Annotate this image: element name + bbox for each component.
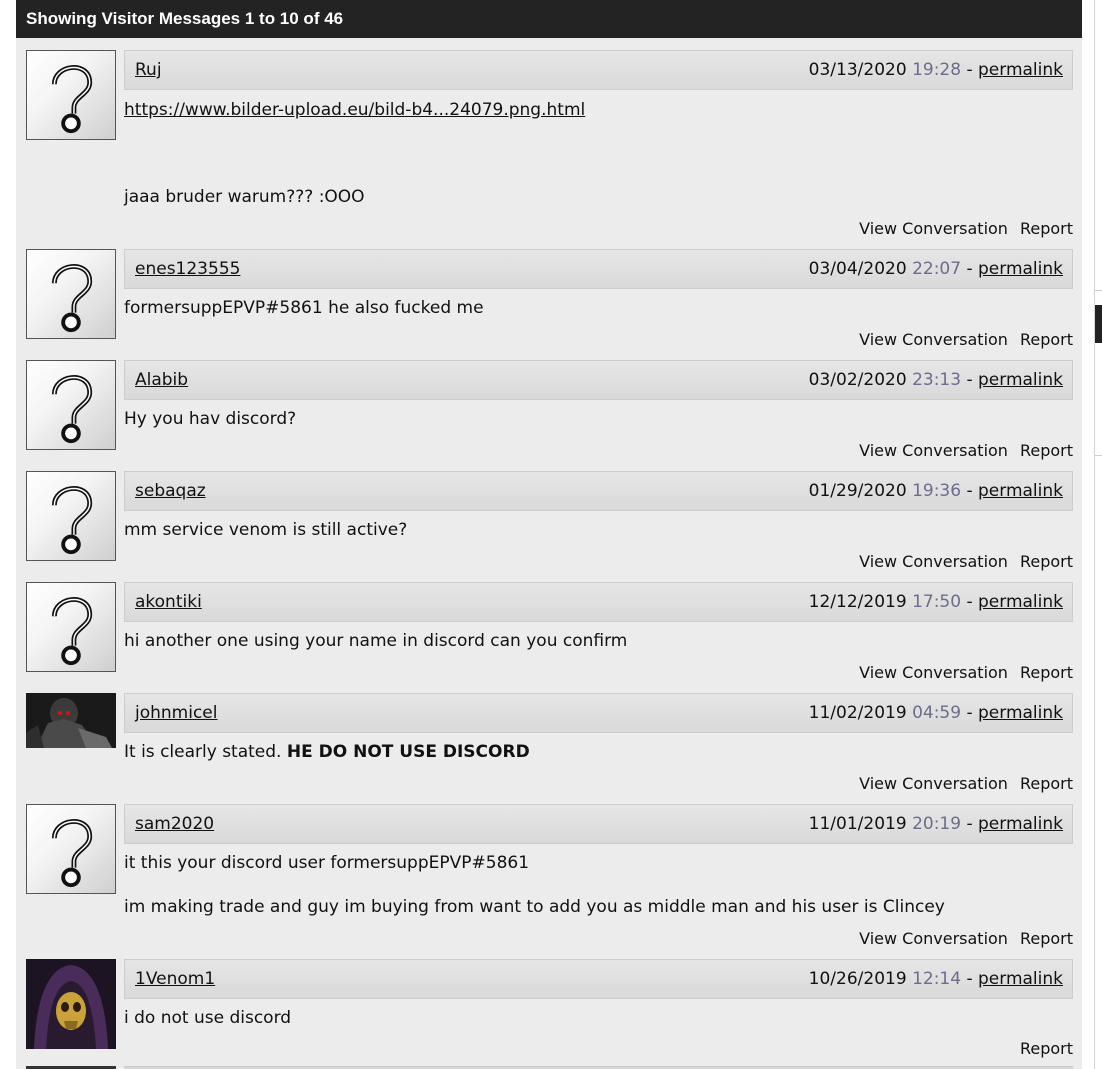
report-button[interactable]: Report xyxy=(1020,1039,1073,1058)
report-button[interactable]: Report xyxy=(1020,663,1073,682)
message-time: 19:36 xyxy=(912,481,962,501)
default-avatar-icon[interactable] xyxy=(26,249,116,339)
message-info-bar: 1Venom1 10/26/2019 12:14 - permalink xyxy=(124,959,1073,999)
report-button[interactable]: Report xyxy=(1020,552,1073,571)
permalink-link[interactable]: permalink xyxy=(978,592,1063,612)
message-date: 12/12/2019 xyxy=(808,592,907,612)
permalink-link[interactable]: permalink xyxy=(978,259,1063,279)
permalink-link[interactable]: permalink xyxy=(978,703,1063,723)
sidebar-edge xyxy=(1094,0,1102,1069)
message-date: 01/29/2020 xyxy=(808,481,907,501)
view-conversation-button[interactable]: View Conversation xyxy=(859,219,1008,238)
message-link[interactable]: https://www.bilder-upload.eu/bild-b4...2… xyxy=(124,100,585,120)
message-actions: View Conversation Report xyxy=(847,929,1073,948)
message-date: 03/02/2020 xyxy=(808,370,907,390)
visitor-messages-header: Showing Visitor Messages 1 to 10 of 46 xyxy=(16,0,1082,38)
report-button[interactable]: Report xyxy=(1020,929,1073,948)
permalink-link[interactable]: permalink xyxy=(978,370,1063,390)
message-text: It is clearly stated. HE DO NOT USE DISC… xyxy=(124,742,530,762)
default-avatar-icon[interactable] xyxy=(26,804,116,894)
message-info-bar: akontiki 12/12/2019 17:50 - permalink xyxy=(124,582,1073,622)
message-actions: View Conversation Report xyxy=(847,330,1073,349)
message-actions: View Conversation Report xyxy=(847,219,1073,238)
message-info-bar: sam2020 11/01/2019 20:19 - permalink xyxy=(124,804,1073,844)
message-actions: View Conversation Report xyxy=(847,774,1073,793)
message-text-plain: It is clearly stated. xyxy=(124,742,282,762)
message-text: formersuppEPVP#5861 he also fucked me xyxy=(124,298,484,318)
message-meta: 01/29/2020 19:36 - permalink xyxy=(808,481,1063,501)
view-conversation-button[interactable]: View Conversation xyxy=(859,330,1008,349)
message-date: 10/26/2019 xyxy=(808,969,907,989)
report-button[interactable]: Report xyxy=(1020,330,1073,349)
permalink-link[interactable]: permalink xyxy=(978,481,1063,501)
username-link[interactable]: Ruj xyxy=(135,60,162,80)
message-actions: View Conversation Report xyxy=(847,441,1073,460)
message-text: Hy you hav discord? xyxy=(124,409,297,429)
username-link[interactable]: sebaqaz xyxy=(135,481,206,501)
message-text: mm service venom is still active? xyxy=(124,520,408,540)
message-actions: Report xyxy=(1008,1039,1073,1058)
message-date: 11/01/2019 xyxy=(808,814,907,834)
username-link[interactable]: 1Venom1 xyxy=(135,969,215,989)
report-button[interactable]: Report xyxy=(1020,441,1073,460)
message-time: 19:28 xyxy=(912,60,962,80)
message-meta: 03/02/2020 23:13 - permalink xyxy=(808,370,1063,390)
permalink-link[interactable]: permalink xyxy=(978,60,1063,80)
message-text: jaaa bruder warum??? :OOO xyxy=(124,187,365,207)
message-meta: 10/26/2019 12:14 - permalink xyxy=(808,969,1063,989)
message-time: 04:59 xyxy=(912,703,962,723)
message-meta: 12/12/2019 17:50 - permalink xyxy=(808,592,1063,612)
reaper-avatar-icon[interactable] xyxy=(26,693,116,748)
permalink-link[interactable]: permalink xyxy=(978,969,1063,989)
message-time: 20:19 xyxy=(912,814,962,834)
message-meta: 11/02/2019 04:59 - permalink xyxy=(808,703,1063,723)
view-conversation-button[interactable]: View Conversation xyxy=(859,441,1008,460)
message-date: 11/02/2019 xyxy=(808,703,907,723)
message-actions: View Conversation Report xyxy=(847,663,1073,682)
message-text: it this your discord user formersuppEPVP… xyxy=(124,853,530,873)
message-text: im making trade and guy im buying from w… xyxy=(124,897,945,917)
default-avatar-icon[interactable] xyxy=(26,50,116,140)
visitor-messages-panel: Showing Visitor Messages 1 to 10 of 46 R… xyxy=(16,0,1082,1069)
message-actions: View Conversation Report xyxy=(847,552,1073,571)
message-meta: 03/13/2020 19:28 - permalink xyxy=(808,60,1063,80)
default-avatar-icon[interactable] xyxy=(26,471,116,561)
message-info-bar: Alabib 03/02/2020 23:13 - permalink xyxy=(124,360,1073,400)
view-conversation-button[interactable]: View Conversation xyxy=(859,663,1008,682)
message-date: 03/04/2020 xyxy=(808,259,907,279)
username-link[interactable]: akontiki xyxy=(135,592,202,612)
message-info-bar: sebaqaz 01/29/2020 19:36 - permalink xyxy=(124,471,1073,511)
message-meta: 11/01/2019 20:19 - permalink xyxy=(808,814,1063,834)
default-avatar-icon[interactable] xyxy=(26,582,116,672)
message-time: 23:13 xyxy=(912,370,962,390)
username-link[interactable]: johnmicel xyxy=(135,703,218,723)
permalink-link[interactable]: permalink xyxy=(978,814,1063,834)
report-button[interactable]: Report xyxy=(1020,219,1073,238)
message-info-bar: Ruj 03/13/2020 19:28 - permalink xyxy=(124,50,1073,90)
username-link[interactable]: Alabib xyxy=(135,370,188,390)
message-time: 22:07 xyxy=(912,259,962,279)
username-link[interactable]: sam2020 xyxy=(135,814,214,834)
view-conversation-button[interactable]: View Conversation xyxy=(859,774,1008,793)
view-conversation-button[interactable]: View Conversation xyxy=(859,552,1008,571)
message-text: hi another one using your name in discor… xyxy=(124,631,628,651)
view-conversation-button[interactable]: View Conversation xyxy=(859,929,1008,948)
message-text: i do not use discord xyxy=(124,1008,292,1028)
skull-hood-avatar-icon[interactable] xyxy=(26,959,116,1049)
message-info-bar: enes123555 03/04/2020 22:07 - permalink xyxy=(124,249,1073,289)
message-date: 03/13/2020 xyxy=(808,60,907,80)
message-time: 12:14 xyxy=(912,969,962,989)
message-text-bold: HE DO NOT USE DISCORD xyxy=(286,742,530,762)
default-avatar-icon[interactable] xyxy=(26,360,116,450)
message-meta: 03/04/2020 22:07 - permalink xyxy=(808,259,1063,279)
report-button[interactable]: Report xyxy=(1020,774,1073,793)
message-time: 17:50 xyxy=(912,592,962,612)
username-link[interactable]: enes123555 xyxy=(135,259,240,279)
message-info-bar: johnmicel 11/02/2019 04:59 - permalink xyxy=(124,693,1073,733)
